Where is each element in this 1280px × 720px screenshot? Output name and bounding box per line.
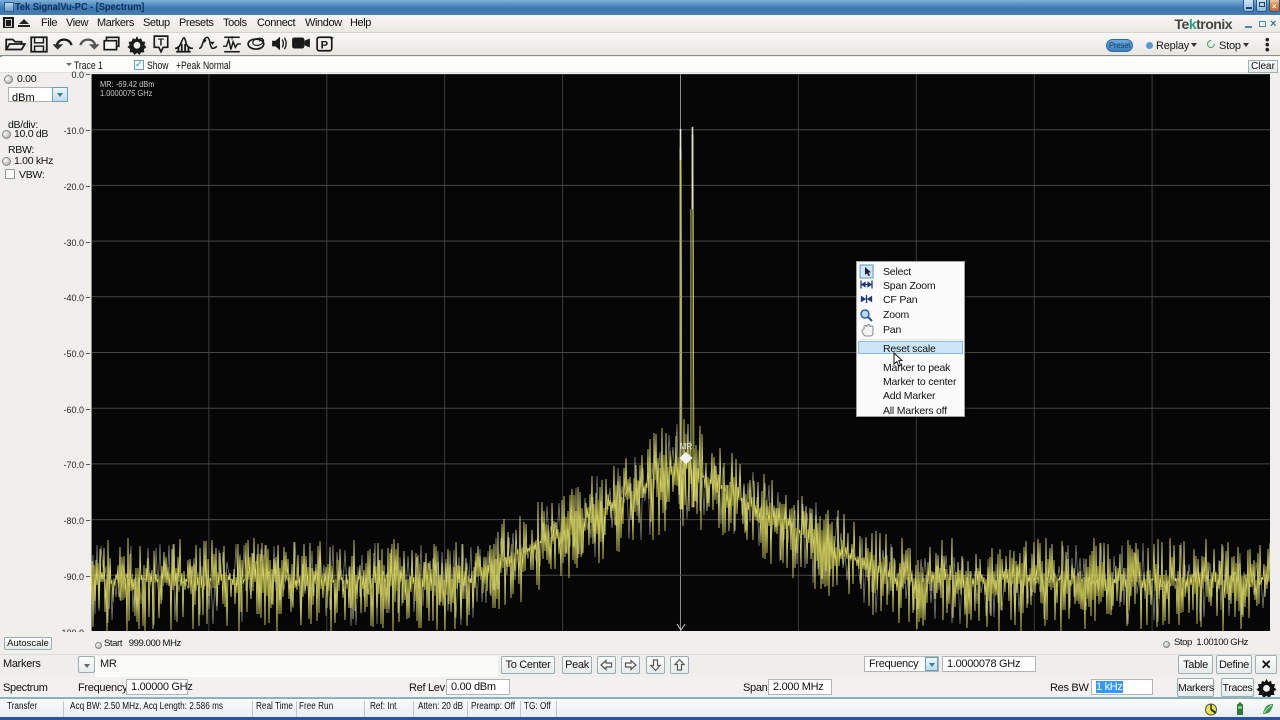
svg-text:P: P bbox=[321, 40, 329, 52]
svg-text:T: T bbox=[158, 38, 165, 49]
svg-text:N: N bbox=[259, 37, 264, 44]
svg-text:MR: MR bbox=[680, 442, 693, 451]
